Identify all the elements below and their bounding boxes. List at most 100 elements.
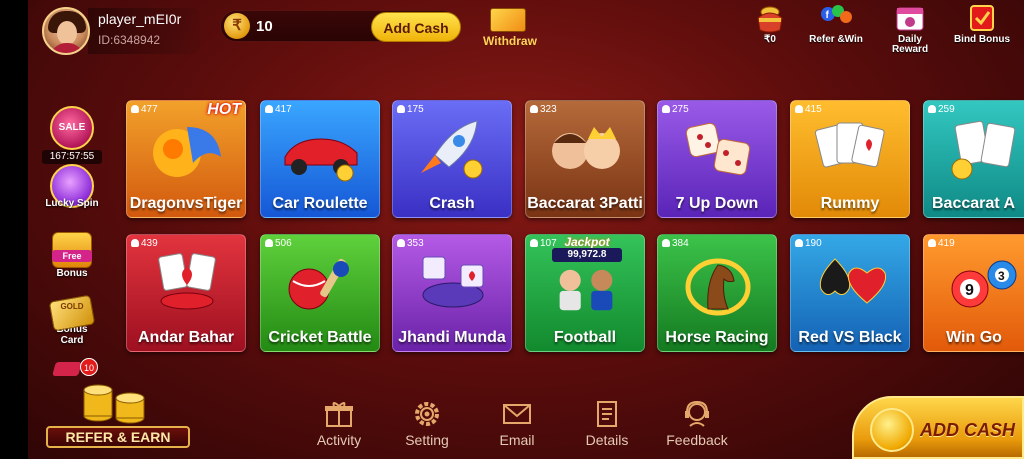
balance-amount: 10: [256, 18, 273, 35]
person-icon: [397, 105, 405, 113]
free-bonus-button[interactable]: Free Bonus: [28, 232, 116, 279]
dragon-tiger-icon: [153, 127, 221, 177]
cards-coin-icon: [951, 120, 1016, 180]
svg-text:9: 9: [965, 282, 974, 299]
refer-earn-button[interactable]: REFER & EARN: [44, 372, 192, 452]
player-count: 477: [131, 104, 158, 115]
add-cash-button[interactable]: Add Cash: [371, 12, 461, 42]
game-tile-baccarat-3patti[interactable]: 323 Baccarat 3Patti: [525, 100, 645, 218]
king-queen-icon: [552, 127, 620, 169]
game-tile-car-roulette[interactable]: 417 Car Roulette: [260, 100, 380, 218]
person-icon: [131, 239, 139, 247]
spade-heart-icon: [819, 258, 887, 304]
player-count: 107: [530, 238, 557, 249]
support-agent-icon: [685, 400, 709, 427]
player-count: 190: [795, 238, 822, 249]
nav-feedback[interactable]: Feedback: [662, 400, 732, 448]
game-tile-win-go[interactable]: 9 3 419 Win Go: [923, 234, 1024, 352]
withdraw-label: Withdraw: [483, 34, 537, 48]
game-tile-football[interactable]: Jackpot 99,972.8 107 Football: [525, 234, 645, 352]
refer-earn-label: REFER & EARN: [46, 426, 190, 448]
game-tile-baccarat-a[interactable]: 259 Baccarat A: [923, 100, 1024, 218]
gift-box-icon: [325, 402, 353, 427]
withdraw-button[interactable]: Withdraw: [472, 6, 548, 50]
refer-win-label: Refer &Win: [809, 34, 863, 45]
game-tile-horse-racing[interactable]: 384 Horse Racing: [657, 234, 777, 352]
game-tile-cricket-battle[interactable]: 506 Cricket Battle: [260, 234, 380, 352]
game-tile-andar-bahar[interactable]: 439 Andar Bahar: [126, 234, 246, 352]
add-cash-big-button[interactable]: ADD CASH: [852, 396, 1024, 459]
sale-label: SALE: [58, 122, 86, 133]
person-icon: [530, 105, 538, 113]
game-title: Horse Racing: [665, 329, 769, 346]
add-cash-big-label: ADD CASH: [920, 420, 1016, 440]
dice-bowl-icon: [422, 256, 484, 308]
game-title: Crash: [429, 195, 475, 212]
football-players-icon: [559, 269, 613, 311]
game-tile-dragon-vs-tiger[interactable]: 477 HOT DragonvsTiger: [126, 100, 246, 218]
game-tile-red-vs-black[interactable]: 190 Red VS Black: [790, 234, 910, 352]
pot-button[interactable]: ₹0: [740, 4, 800, 56]
rupee-coin-icon: ₹: [224, 13, 250, 39]
nav-setting[interactable]: Setting: [392, 400, 462, 448]
game-title: Baccarat 3Patti: [527, 195, 643, 212]
free-bonus-label: Bonus: [56, 268, 88, 279]
game-tile-crash[interactable]: 175 Crash: [392, 100, 512, 218]
coin-stack-icon: [83, 384, 145, 424]
nav-activity[interactable]: Activity: [304, 400, 374, 448]
pot-icon: [757, 6, 783, 33]
daily-reward-button[interactable]: Daily Reward: [880, 4, 940, 56]
top-bar: player_mEI0r ID:6348942 ₹ 10 Add Cash Wi…: [28, 0, 1024, 60]
daily-reward-label: Daily Reward: [891, 34, 929, 55]
gold-tag: GOLD: [60, 302, 84, 311]
person-icon: [131, 105, 139, 113]
nav-setting-label: Setting: [405, 432, 449, 448]
refer-win-button[interactable]: f Refer &Win: [806, 4, 866, 56]
document-icon: [597, 401, 617, 427]
game-title: Car Roulette: [272, 195, 368, 212]
player-count: 275: [662, 104, 689, 115]
player-count: 175: [397, 104, 424, 115]
game-title: DragonvsTiger: [129, 195, 243, 212]
nav-details[interactable]: Details: [572, 400, 642, 448]
nav-details-label: Details: [585, 432, 629, 448]
game-title: Football: [553, 329, 617, 346]
gear-icon: [415, 402, 439, 426]
jackpot-value: 99,972.8: [552, 248, 622, 262]
nav-activity-label: Activity: [316, 432, 362, 448]
playing-cards-icon: [814, 122, 885, 168]
nav-email-label: Email: [499, 432, 535, 448]
game-title: Win Go: [946, 329, 1002, 346]
bind-bonus-button[interactable]: Bind Bonus: [952, 4, 1012, 56]
person-icon: [795, 105, 803, 113]
lucky-spin-label: Lucky Spin: [45, 198, 99, 209]
sale-button[interactable]: 167:57:55 SALE: [28, 106, 116, 164]
game-tile-jhandi-munda[interactable]: 353 Jhandi Munda: [392, 234, 512, 352]
game-title: Andar Bahar: [137, 329, 235, 346]
person-icon: [662, 105, 670, 113]
avatar[interactable]: [42, 7, 90, 55]
free-tag: Free: [52, 250, 92, 262]
poker-chips-icon: [158, 253, 216, 310]
player-count: 506: [265, 238, 292, 249]
player-name: player_mEI0r: [98, 11, 182, 27]
person-icon: [265, 105, 273, 113]
game-tile-rummy[interactable]: 415 Rummy: [790, 100, 910, 218]
person-icon: [795, 239, 803, 247]
envelope-icon: [503, 404, 531, 424]
person-icon: [530, 239, 538, 247]
share-icon: f: [821, 5, 852, 23]
game-title: Red VS Black: [798, 329, 902, 346]
bonus-card-button[interactable]: GOLD Bonus Card: [28, 294, 116, 346]
wallet-card-icon: [490, 8, 526, 32]
game-tile-7-up-down[interactable]: 275 7 Up Down: [657, 100, 777, 218]
game-lobby: player_mEI0r ID:6348942 ₹ 10 Add Cash Wi…: [0, 0, 1024, 459]
checkbox-icon: [970, 5, 994, 31]
lucky-spin-button[interactable]: Lucky Spin: [28, 164, 116, 209]
player-count: 353: [397, 238, 424, 249]
cricket-ball-icon: [288, 258, 349, 310]
gold-coin-icon: [870, 408, 914, 452]
sale-timer: 167:57:55: [42, 150, 102, 164]
nav-email[interactable]: Email: [482, 400, 552, 448]
person-icon: [265, 239, 273, 247]
